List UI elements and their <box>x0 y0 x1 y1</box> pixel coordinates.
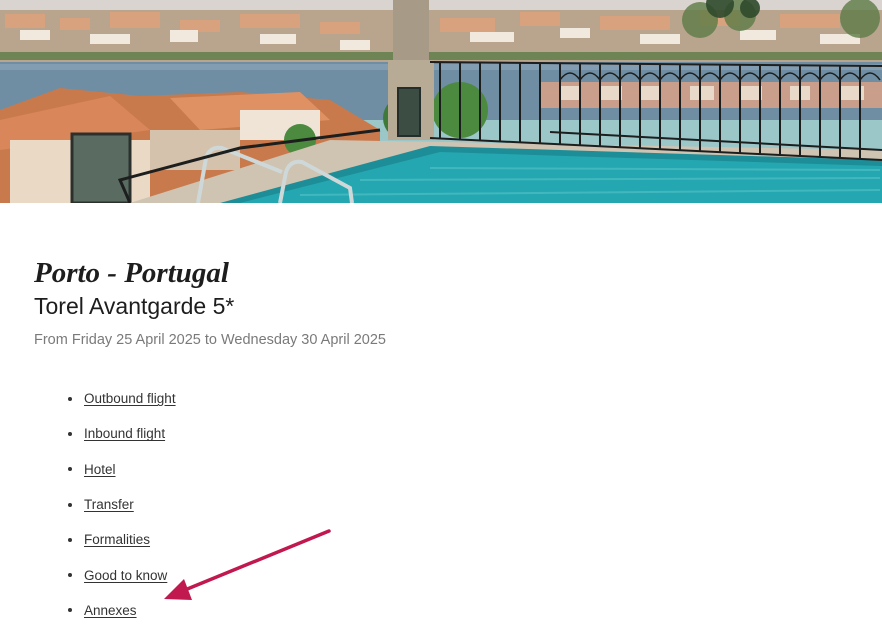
bullet-icon <box>68 573 72 578</box>
bullet-icon <box>68 467 72 472</box>
list-item: Good to know <box>66 557 176 592</box>
list-item: Formalities <box>66 522 176 557</box>
section-links: Outbound flight Inbound flight Hotel Tra… <box>66 381 176 628</box>
bullet-icon <box>68 431 72 436</box>
hotel-name: Torel Avantgarde 5* <box>34 293 235 319</box>
bullet-icon <box>68 502 72 507</box>
link-transfer[interactable]: Transfer <box>84 497 134 512</box>
trip-dates: From Friday 25 April 2025 to Wednesday 3… <box>34 332 386 348</box>
bullet-icon <box>68 537 72 542</box>
list-item: Inbound flight <box>66 416 176 451</box>
link-hotel[interactable]: Hotel <box>84 462 116 477</box>
link-formalities[interactable]: Formalities <box>84 532 150 547</box>
list-item: Outbound flight <box>66 381 176 416</box>
destination-title: Porto - Portugal <box>34 257 229 289</box>
bullet-icon <box>68 396 72 401</box>
list-item: Annexes <box>66 593 176 628</box>
list-item: Transfer <box>66 487 176 522</box>
porto-pool-photo <box>0 0 882 203</box>
list-item: Hotel <box>66 452 176 487</box>
link-good-to-know[interactable]: Good to know <box>84 568 167 583</box>
link-annexes[interactable]: Annexes <box>84 603 137 618</box>
trip-header: Porto - Portugal Torel Avantgarde 5* Fro… <box>34 255 854 349</box>
bullet-icon <box>68 608 72 613</box>
link-outbound-flight[interactable]: Outbound flight <box>84 391 176 406</box>
hero-image <box>0 0 882 203</box>
link-inbound-flight[interactable]: Inbound flight <box>84 426 165 441</box>
